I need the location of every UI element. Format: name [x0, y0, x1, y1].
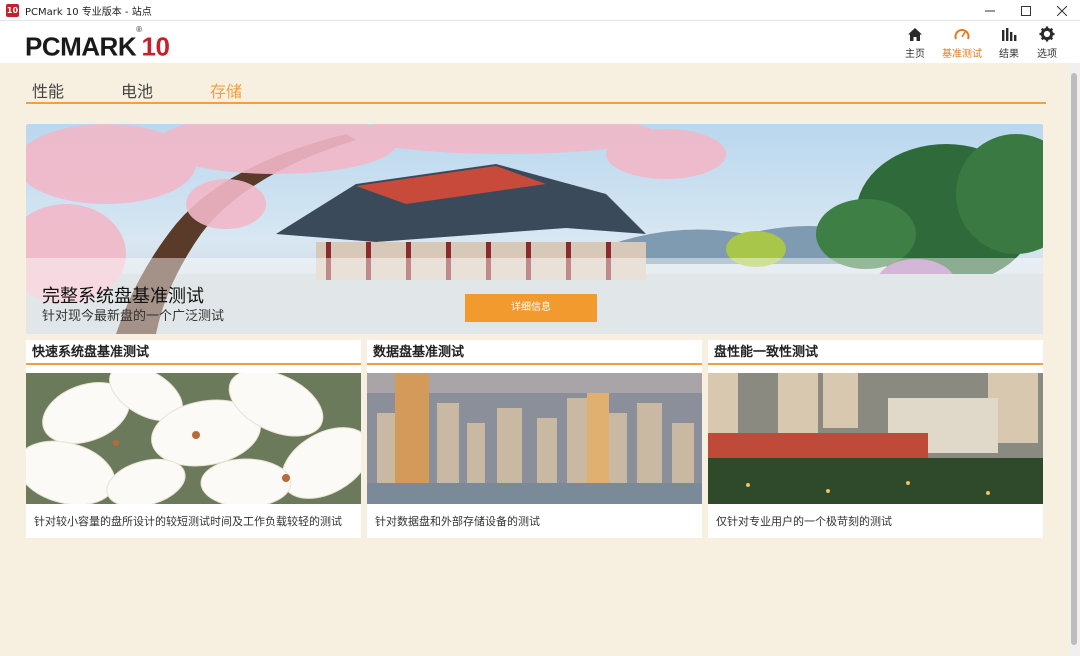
close-button[interactable]: [1044, 0, 1080, 21]
home-icon: [908, 27, 922, 41]
card-title: 盘性能一致性测试: [708, 340, 1043, 365]
bar-chart-icon: [1002, 27, 1017, 41]
minimize-icon: [985, 10, 995, 11]
hero-banner: 完整系统盘基准测试 针对现今最新盘的一个广泛测试 详细信息: [26, 124, 1043, 334]
nav-home[interactable]: 主页: [904, 25, 926, 60]
card-performance-consistency[interactable]: 盘性能一致性测试 仅针对专业用户的一个极苛刻的测试: [708, 340, 1043, 538]
nav-results-label: 结果: [999, 49, 1019, 60]
card-image-city: [367, 373, 702, 504]
minimize-button[interactable]: [972, 0, 1008, 21]
app-header: PCMARK®10 主页 基准测试 结果 选项: [0, 21, 1080, 63]
nav-benchmarks-label: 基准测试: [942, 49, 982, 60]
gear-icon: [1039, 26, 1055, 42]
card-data-drive[interactable]: 数据盘基准测试 针对数据盘和外部存储设备的测试: [367, 340, 702, 538]
close-icon: [1057, 5, 1067, 16]
nav-benchmarks[interactable]: 基准测试: [942, 25, 982, 60]
tab-performance[interactable]: 性能: [32, 78, 115, 102]
details-button[interactable]: 详细信息: [465, 294, 597, 322]
vertical-scrollbar[interactable]: [1069, 63, 1079, 656]
card-description: 针对较小容量的盘所设计的较短测试时间及工作负载较轻的测试: [34, 515, 342, 528]
card-description: 针对数据盘和外部存储设备的测试: [375, 515, 540, 528]
window-title: PCMark 10 专业版本 - 站点: [25, 6, 152, 18]
maximize-icon: [1021, 5, 1031, 16]
maximize-button[interactable]: [1008, 0, 1044, 21]
nav-results[interactable]: 结果: [998, 25, 1020, 60]
card-title: 快速系统盘基准测试: [26, 340, 361, 365]
scrollbar-thumb[interactable]: [1071, 73, 1077, 645]
top-nav: 主页 基准测试 结果 选项: [888, 25, 1058, 60]
card-quick-system-drive[interactable]: 快速系统盘基准测试 针对较小容量的盘所设计的较短测试时间及工作负载较轻的测试: [26, 340, 361, 538]
tab-storage[interactable]: 存储: [210, 78, 293, 102]
logo-main: PCMARK: [25, 31, 137, 62]
tab-battery[interactable]: 电池: [121, 78, 204, 102]
nav-home-label: 主页: [905, 49, 925, 60]
logo-registered-mark: ®: [136, 25, 142, 34]
card-image-dusk-city: [708, 373, 1043, 504]
hero-subtitle: 针对现今最新盘的一个广泛测试: [42, 309, 225, 324]
card-title: 数据盘基准测试: [367, 340, 702, 365]
nav-options[interactable]: 选项: [1036, 25, 1058, 60]
title-bar: 10 PCMark 10 专业版本 - 站点: [0, 0, 1080, 21]
card-description: 仅针对专业用户的一个极苛刻的测试: [716, 515, 892, 528]
window-controls: [972, 0, 1080, 21]
pcmark-logo: PCMARK®10: [25, 25, 170, 62]
card-image-magnolia: [26, 373, 361, 504]
category-tabs: 性能 电池 存储: [26, 78, 1046, 104]
logo-number: 10: [141, 31, 170, 62]
nav-options-label: 选项: [1037, 49, 1057, 60]
app-icon: 10: [6, 3, 19, 17]
gauge-icon: [954, 28, 970, 39]
